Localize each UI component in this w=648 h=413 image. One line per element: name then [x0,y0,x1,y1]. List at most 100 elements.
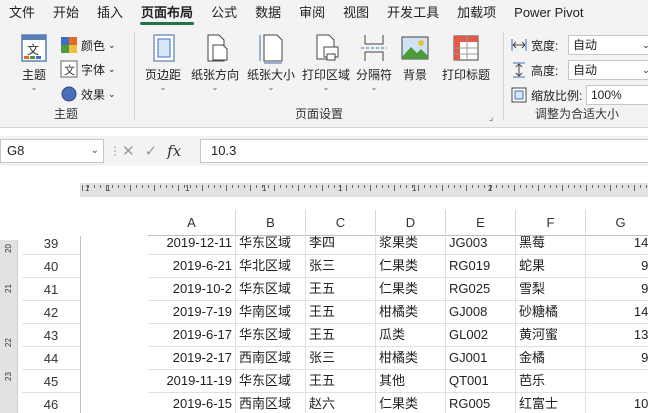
name-box[interactable]: G8 ⌄ [0,139,104,163]
fonts-button[interactable]: 文 字体 ⌄ [60,58,116,80]
cell-b44[interactable]: 西南区域 [236,347,306,370]
cell-e41[interactable]: RG025 [446,278,516,301]
cell-b40[interactable]: 华北区域 [236,255,306,278]
scale-spinner[interactable]: 100% [586,85,648,105]
tab-8[interactable]: 开发工具 [378,0,448,26]
cell-c41[interactable]: 王五 [306,278,376,301]
cell-d40[interactable]: 仁果类 [376,255,446,278]
cell-c44[interactable]: 张三 [306,347,376,370]
cell-a45[interactable]: 2019-11-19 [148,370,236,393]
cell-g41[interactable]: 9. [586,278,648,301]
cell-d42[interactable]: 柑橘类 [376,301,446,324]
cell-g40[interactable]: 9. [586,255,648,278]
cell-d41[interactable]: 仁果类 [376,278,446,301]
cell-d44[interactable]: 柑橘类 [376,347,446,370]
height-label: 高度: [531,63,559,78]
cell-b41[interactable]: 华东区域 [236,278,306,301]
row-header[interactable]: 43 [22,324,80,347]
tab-4[interactable]: 公式 [202,0,246,26]
cell-g45[interactable] [586,370,648,393]
cell-b42[interactable]: 华南区域 [236,301,306,324]
cell-c42[interactable]: 王五 [306,301,376,324]
cell-f44[interactable]: 金橘 [516,347,586,370]
cell-e46[interactable]: RG005 [446,393,516,413]
dialog-launcher-icon[interactable]: ⌟ [489,112,499,122]
cell-g44[interactable]: 9. [586,347,648,370]
cell-g39[interactable]: 14. [586,232,648,255]
cell-b39[interactable]: 华东区域 [236,232,306,255]
row-header[interactable]: 39 [22,232,80,255]
cell-g46[interactable]: 10. [586,393,648,413]
cell-f46[interactable]: 红富士 [516,393,586,413]
cell-b46[interactable]: 西南区域 [236,393,306,413]
cell-g42[interactable]: 14. [586,301,648,324]
tab-10[interactable]: Power Pivot [505,0,592,26]
cancel-icon[interactable]: ✕ [122,142,135,160]
print-titles-button[interactable]: 打印标题 [437,32,495,83]
size-button[interactable]: 纸张大小 ⌄ [244,32,298,93]
cell-e44[interactable]: GJ001 [446,347,516,370]
cell-e39[interactable]: JG003 [446,232,516,255]
cell-c39[interactable]: 李四 [306,232,376,255]
cell-b45[interactable]: 华东区域 [236,370,306,393]
formula-input[interactable]: 10.3 [200,139,648,163]
cell-a40[interactable]: 2019-6-21 [148,255,236,278]
cell-f42[interactable]: 砂糖橘 [516,301,586,324]
margins-button[interactable]: 页边距 ⌄ [139,32,187,93]
cell-d39[interactable]: 浆果类 [376,232,446,255]
cell-d46[interactable]: 仁果类 [376,393,446,413]
insert-function-icon[interactable]: fx [167,142,181,160]
cell-b43[interactable]: 华东区域 [236,324,306,347]
cell-f39[interactable]: 黑莓 [516,232,586,255]
cell-f41[interactable]: 雪梨 [516,278,586,301]
tab-0[interactable]: 文件 [0,0,44,26]
cell-a42[interactable]: 2019-7-19 [148,301,236,324]
cell-e43[interactable]: GL002 [446,324,516,347]
cell-e40[interactable]: RG019 [446,255,516,278]
scale-to-fit-group: 宽度: 自动 ⌄ 高度: 自动 ⌄ 缩放比例: 100% 调整为合适大小 [506,26,648,126]
enter-icon[interactable]: ✓ [145,142,158,160]
row-header[interactable]: 46 [22,393,80,413]
tab-2[interactable]: 插入 [88,0,132,26]
cell-c46[interactable]: 赵六 [306,393,376,413]
cell-d45[interactable]: 其他 [376,370,446,393]
cell-a46[interactable]: 2019-6-15 [148,393,236,413]
row-header[interactable]: 40 [22,255,80,278]
colors-button[interactable]: 颜色 ⌄ [60,34,116,56]
cell-c45[interactable]: 王五 [306,370,376,393]
orientation-button[interactable]: 纸张方向 ⌄ [188,32,242,93]
background-button[interactable]: 背景 [395,32,435,83]
cell-f45[interactable]: 芭乐 [516,370,586,393]
cell-e45[interactable]: QT001 [446,370,516,393]
cell-g43[interactable]: 13. [586,324,648,347]
tab-7[interactable]: 视图 [334,0,378,26]
row-header[interactable]: 41 [22,278,80,301]
cell-d43[interactable]: 瓜类 [376,324,446,347]
tab-1[interactable]: 开始 [44,0,88,26]
cell-c40[interactable]: 张三 [306,255,376,278]
tab-5[interactable]: 数据 [246,0,290,26]
cell-a39[interactable]: 2019-12-11 [148,232,236,255]
theme-button[interactable]: 文 主题 ⌄ [12,32,56,93]
tab-3[interactable]: 页面布局 [132,0,202,26]
tab-6[interactable]: 审阅 [290,0,334,26]
theme-label: 主题 [21,68,46,82]
cell-f43[interactable]: 黄河蜜 [516,324,586,347]
cell-e42[interactable]: GJ008 [446,301,516,324]
row-header[interactable]: 42 [22,301,80,324]
width-dropdown[interactable]: 自动 ⌄ [568,35,648,55]
effects-button[interactable]: 效果 ⌄ [60,83,116,105]
cell-c43[interactable]: 王五 [306,324,376,347]
chevron-down-icon[interactable]: ⌄ [91,140,99,162]
cell-a41[interactable]: 2019-10-2 [148,278,236,301]
print-area-button[interactable]: 打印区域 ⌄ [299,32,353,93]
tab-9[interactable]: 加载项 [448,0,505,26]
row-header[interactable]: 44 [22,347,80,370]
height-icon [513,62,525,78]
breaks-button[interactable]: 分隔符 ⌄ [353,32,395,93]
cell-f40[interactable]: 蛇果 [516,255,586,278]
height-dropdown[interactable]: 自动 ⌄ [568,60,648,80]
row-header[interactable]: 45 [22,370,80,393]
cell-a43[interactable]: 2019-6-17 [148,324,236,347]
cell-a44[interactable]: 2019-2-17 [148,347,236,370]
